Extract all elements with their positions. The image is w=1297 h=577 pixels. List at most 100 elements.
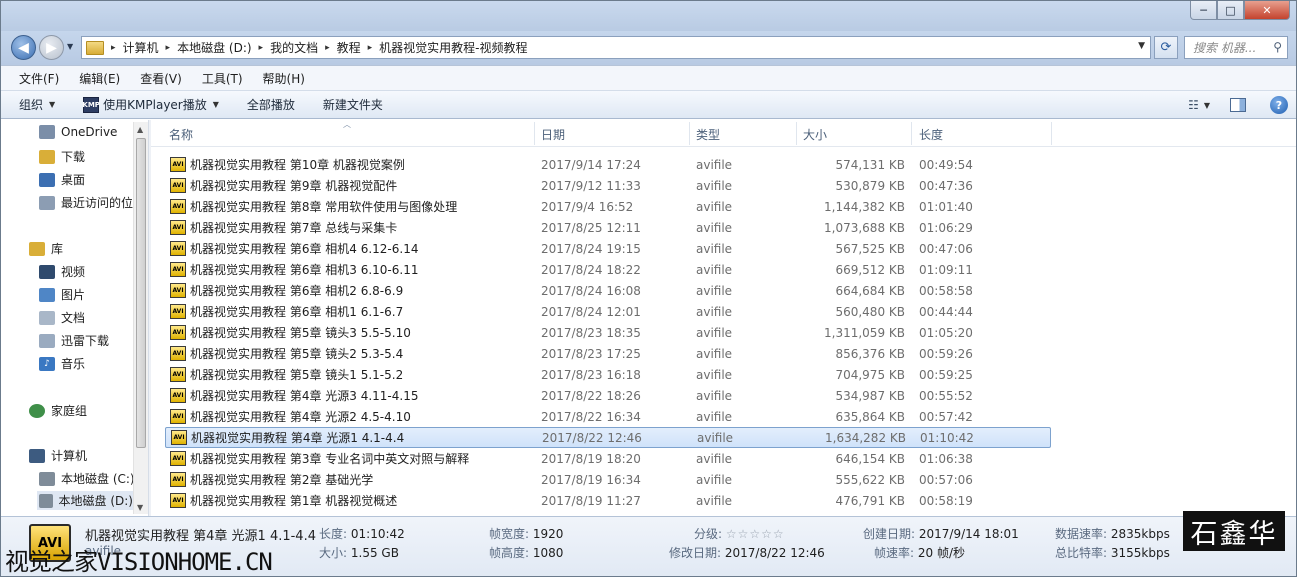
- scroll-up-icon[interactable]: ▲: [137, 125, 143, 134]
- play-all-button[interactable]: 全部播放: [247, 96, 295, 113]
- sidebar-item-homegroup[interactable]: 家庭组: [29, 402, 87, 419]
- breadcrumb-my-documents[interactable]: 我的文档: [270, 39, 318, 56]
- file-row[interactable]: AVI 机器视觉实用教程 第6章 相机2 6.8-6.9 2017/8/24 16:…: [165, 280, 1051, 301]
- sidebar-item-computer[interactable]: 计算机: [29, 447, 87, 464]
- file-row[interactable]: AVI 机器视觉实用教程 第1章 机器视觉概述 2017/8/19 11:27 avi…: [165, 490, 1051, 511]
- refresh-icon: ⟳: [1160, 40, 1172, 55]
- sidebar-item-documents[interactable]: 文档: [39, 309, 85, 326]
- column-date[interactable]: 日期: [541, 126, 565, 143]
- help-icon[interactable]: ?: [1270, 96, 1288, 114]
- menu-tools[interactable]: 工具(T): [192, 70, 253, 87]
- file-row[interactable]: AVI 机器视觉实用教程 第10章 机器视觉案例 2017/9/14 17:24 av…: [165, 154, 1051, 175]
- rating-stars[interactable]: ☆☆☆☆☆: [726, 527, 785, 541]
- navigation-scrollbar[interactable]: ▲ ▼: [133, 122, 148, 514]
- file-row[interactable]: AVI 机器视觉实用教程 第2章 基础光学 2017/8/19 16:34 avifi…: [165, 469, 1051, 490]
- view-controls: ☷ ▼ ?: [1188, 96, 1288, 114]
- new-folder-button[interactable]: 新建文件夹: [323, 96, 383, 113]
- breadcrumb-separator-icon[interactable]: ▸: [166, 43, 171, 53]
- scroll-down-icon[interactable]: ▼: [137, 503, 143, 512]
- file-row[interactable]: AVI 机器视觉实用教程 第7章 总线与采集卡 2017/8/25 12:11 avi…: [165, 217, 1051, 238]
- address-bar[interactable]: ▸ 计算机 ▸ 本地磁盘 (D:) ▸ 我的文档 ▸ 教程 ▸ 机器视觉实用教程…: [81, 36, 1151, 59]
- view-options-dropdown[interactable]: ▼: [1204, 101, 1210, 110]
- sidebar-item-music[interactable]: ♪ 音乐: [39, 355, 85, 372]
- menu-edit[interactable]: 编辑(E): [69, 70, 130, 87]
- avi-file-icon: AVI: [170, 409, 186, 424]
- change-view-icon[interactable]: ☷: [1188, 98, 1199, 112]
- frame-width-label: 帧宽度:: [489, 527, 530, 541]
- sidebar-item-onedrive[interactable]: OneDrive: [39, 125, 117, 139]
- size-value[interactable]: 1.55 GB: [351, 546, 399, 560]
- modified-value[interactable]: 2017/8/22 12:46: [725, 546, 825, 560]
- file-row[interactable]: AVI 机器视觉实用教程 第3章 专业名词中英文对照与解释 2017/8/19 18…: [165, 448, 1051, 469]
- back-button[interactable]: ◀: [11, 35, 36, 60]
- address-history-dropdown[interactable]: ▼: [1138, 41, 1145, 51]
- breadcrumb-separator-icon[interactable]: ▸: [259, 43, 264, 53]
- breadcrumb-separator-icon[interactable]: ▸: [111, 43, 116, 53]
- sidebar-item-videos[interactable]: 视频: [39, 263, 85, 280]
- menu-view[interactable]: 查看(V): [130, 70, 192, 87]
- recent-pages-dropdown[interactable]: ▼: [67, 42, 73, 51]
- minimize-button[interactable]: ─: [1190, 1, 1217, 20]
- forward-button[interactable]: ▶: [39, 35, 64, 60]
- navigation-pane: OneDrive 下载 桌面 最近访问的位 库 视频 图片 文档 迅雷下载 ♪ …: [1, 120, 148, 516]
- column-divider[interactable]: [796, 122, 797, 145]
- file-date: 2017/9/12 11:33: [541, 178, 641, 193]
- sidebar-item-desktop[interactable]: 桌面: [39, 171, 85, 188]
- file-row[interactable]: AVI 机器视觉实用教程 第5章 镜头1 5.1-5.2 2017/8/23 16:…: [165, 364, 1051, 385]
- sidebar-item-pictures[interactable]: 图片: [39, 286, 85, 303]
- play-with-label: 使用KMPlayer播放: [103, 98, 207, 112]
- breadcrumb-computer[interactable]: 计算机: [123, 39, 159, 56]
- close-button[interactable]: ✕: [1244, 1, 1290, 20]
- file-row[interactable]: AVI 机器视觉实用教程 第4章 光源2 4.5-4.10 2017/8/22 16…: [165, 406, 1051, 427]
- search-input[interactable]: 搜索 机器... ⚲: [1184, 36, 1288, 59]
- scrollbar-thumb[interactable]: [136, 138, 146, 448]
- breadcrumb-drive-d[interactable]: 本地磁盘 (D:): [177, 39, 251, 56]
- menu-file[interactable]: 文件(F): [9, 70, 69, 87]
- sidebar-item-drive-d[interactable]: 本地磁盘 (D:): [37, 491, 133, 510]
- maximize-button[interactable]: □: [1217, 1, 1244, 20]
- created-value[interactable]: 2017/9/14 18:01: [919, 527, 1019, 541]
- frame-rate-value[interactable]: 20 帧/秒: [918, 546, 965, 560]
- sidebar-item-libraries[interactable]: 库: [29, 240, 63, 257]
- breadcrumb-separator-icon[interactable]: ▸: [325, 43, 330, 53]
- column-divider[interactable]: [911, 122, 912, 145]
- column-divider[interactable]: [1051, 122, 1052, 145]
- breadcrumb-tutorials[interactable]: 教程: [337, 39, 361, 56]
- column-name[interactable]: 名称: [169, 126, 193, 143]
- total-bitrate-value[interactable]: 3155kbps: [1111, 546, 1170, 560]
- avi-file-icon: AVI: [170, 388, 186, 403]
- sidebar-item-downloads[interactable]: 下载: [39, 148, 85, 165]
- file-row[interactable]: AVI 机器视觉实用教程 第6章 相机4 6.12-6.14 2017/8/24 1…: [165, 238, 1051, 259]
- breadcrumb-current-folder[interactable]: 机器视觉实用教程-视频教程: [379, 39, 527, 56]
- sidebar-item-recent-places[interactable]: 最近访问的位: [39, 194, 133, 211]
- refresh-button[interactable]: ⟳: [1154, 36, 1178, 59]
- file-row[interactable]: AVI 机器视觉实用教程 第5章 镜头2 5.3-5.4 2017/8/23 17:…: [165, 343, 1051, 364]
- file-row[interactable]: AVI 机器视觉实用教程 第6章 相机3 6.10-6.11 2017/8/24 1…: [165, 259, 1051, 280]
- data-rate-value[interactable]: 2835kbps: [1111, 527, 1170, 541]
- frame-height-value[interactable]: 1080: [533, 546, 564, 560]
- breadcrumb-separator-icon[interactable]: ▸: [368, 43, 373, 53]
- sidebar-item-drive-c[interactable]: 本地磁盘 (C:): [39, 470, 135, 487]
- file-row[interactable]: AVI 机器视觉实用教程 第6章 相机1 6.1-6.7 2017/8/24 12:…: [165, 301, 1051, 322]
- file-date: 2017/8/24 18:22: [541, 262, 641, 277]
- column-divider[interactable]: [534, 122, 535, 145]
- file-row[interactable]: AVI 机器视觉实用教程 第9章 机器视觉配件 2017/9/12 11:33 avi…: [165, 175, 1051, 196]
- search-icon[interactable]: ⚲: [1273, 40, 1282, 54]
- menu-help[interactable]: 帮助(H): [253, 70, 315, 87]
- preview-pane-icon[interactable]: [1230, 98, 1246, 112]
- file-row[interactable]: AVI 机器视觉实用教程 第4章 光源3 4.11-4.15 2017/8/22 1…: [165, 385, 1051, 406]
- frame-width-value[interactable]: 1920: [533, 527, 564, 541]
- organize-button[interactable]: 组织 ▼: [19, 96, 55, 113]
- length-value[interactable]: 01:10:42: [351, 527, 405, 541]
- file-row[interactable]: AVI 机器视觉实用教程 第4章 光源1 4.1-4.4 2017/8/22 12:…: [165, 427, 1051, 448]
- column-size[interactable]: 大小: [803, 126, 827, 143]
- column-duration[interactable]: 长度: [919, 126, 943, 143]
- column-divider[interactable]: [689, 122, 690, 145]
- play-with-kmplayer-button[interactable]: KMP 使用KMPlayer播放 ▼: [82, 96, 219, 113]
- column-type[interactable]: 类型: [696, 126, 720, 143]
- file-row[interactable]: AVI 机器视觉实用教程 第8章 常用软件使用与图像处理 2017/9/4 16:5…: [165, 196, 1051, 217]
- sidebar-item-thunder-downloads[interactable]: 迅雷下载: [39, 332, 109, 349]
- music-library-icon: ♪: [39, 356, 55, 371]
- file-row[interactable]: AVI 机器视觉实用教程 第5章 镜头3 5.5-5.10 2017/8/23 18…: [165, 322, 1051, 343]
- sort-ascending-icon: ︿: [343, 120, 351, 129]
